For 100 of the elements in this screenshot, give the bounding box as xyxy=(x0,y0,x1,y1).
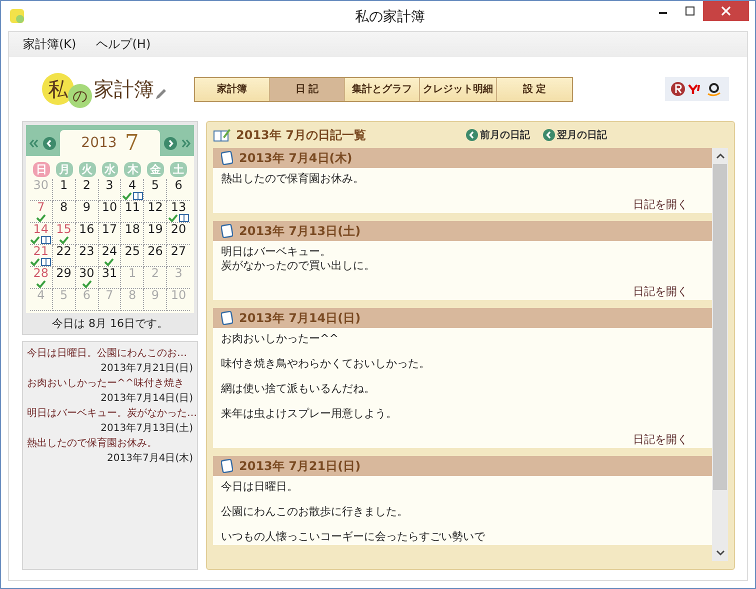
day-number: 3 xyxy=(106,179,114,192)
calendar-day-cell[interactable]: 20 xyxy=(167,223,190,245)
scroll-up-icon[interactable] xyxy=(716,153,724,159)
day-number: 30 xyxy=(33,179,49,192)
calendar-day-cell[interactable]: 21 xyxy=(30,245,53,267)
day-number: 6 xyxy=(174,179,182,192)
day-number: 25 xyxy=(124,245,140,258)
diary-text: 炭がなかったので買い出しに。 xyxy=(221,259,376,273)
previous-month-link[interactable]: 前月の日記 xyxy=(466,128,530,142)
calendar-day-cell[interactable]: 19 xyxy=(144,223,168,245)
notebook-pencil-icon xyxy=(213,127,231,143)
day-number: 2 xyxy=(151,267,160,280)
day-number: 12 xyxy=(148,201,163,214)
day-number: 8 xyxy=(128,289,136,302)
calendar-day-cell[interactable]: 16 xyxy=(76,223,99,245)
calendar-day-cell[interactable]: 7 xyxy=(30,201,53,223)
calendar-day-cell[interactable]: 6 xyxy=(167,179,190,201)
scrollbar-thumb[interactable] xyxy=(713,164,727,490)
recent-diary-date: 2013年7月4日(木) xyxy=(106,452,193,466)
tab[interactable]: 家計簿 xyxy=(195,78,270,100)
recent-diary-date: 2013年7月14日(日) xyxy=(100,392,193,406)
scrollbar[interactable] xyxy=(712,148,728,561)
open-diary-link[interactable]: 日記を開く xyxy=(633,197,688,212)
tab[interactable]: 設 定 xyxy=(497,78,572,100)
calendar-day-cell[interactable]: 10 xyxy=(98,201,122,223)
day-number: 9 xyxy=(82,201,90,214)
weekday-label: 火 xyxy=(78,162,96,177)
previous-month-button[interactable] xyxy=(43,137,56,150)
diary-text: お肉おいしかったー^^ xyxy=(221,332,340,346)
calendar-day-cell[interactable]: 15 xyxy=(52,223,76,245)
diary-entry-date: 2013年 7月21日(日) xyxy=(239,458,361,474)
day-number: 8 xyxy=(60,201,68,214)
close-button[interactable] xyxy=(703,1,749,21)
day-number: 9 xyxy=(151,289,160,302)
calendar-day-cell[interactable]: 29 xyxy=(52,267,76,289)
diary-text: 味付き焼き鳥やわらかくておいしかった。 xyxy=(221,357,431,371)
calendar-day-cell[interactable]: 17 xyxy=(98,223,122,245)
calendar-day-cell[interactable]: 28 xyxy=(30,267,53,289)
diary-entry-date: 2013年 7月13日(土) xyxy=(239,222,361,240)
calendar-day-cell[interactable]: 8 xyxy=(52,201,76,223)
diary-text: 明日はバーベキュー。 xyxy=(221,245,332,259)
open-diary-link[interactable]: 日記を開く xyxy=(633,432,688,447)
calendar-day-cell[interactable]: 25 xyxy=(121,245,144,267)
tab[interactable]: クレジット明細 xyxy=(420,78,497,100)
calendar-day-cell[interactable]: 24 xyxy=(98,245,122,267)
recent-diary-link[interactable]: お肉おいしかったー^^味付き焼き xyxy=(27,376,193,391)
notebook-icon xyxy=(221,311,233,325)
check-icon xyxy=(30,258,40,266)
notebook-icon xyxy=(221,151,233,165)
calendar-day-cell[interactable]: 12 xyxy=(144,201,168,223)
calendar-day-cell[interactable]: 9 xyxy=(76,201,99,223)
weekday-label: 水 xyxy=(102,162,118,177)
recent-diary-date: 2013年7月21日(日) xyxy=(100,362,193,376)
recent-diary-link[interactable]: 今日は日曜日。公園にわんこのお… xyxy=(27,346,193,361)
calendar-day-cell[interactable]: 30 xyxy=(76,267,99,289)
calendar-day-cell[interactable]: 22 xyxy=(52,245,76,267)
calendar-day-cell[interactable]: 5 xyxy=(144,179,168,201)
check-icon xyxy=(36,214,46,222)
close-icon[interactable] xyxy=(721,6,731,16)
today-text: 今日は 8月 16日です。 xyxy=(51,316,169,332)
calendar-day-cell[interactable]: 26 xyxy=(144,245,168,267)
calendar-year: 2013 xyxy=(81,135,117,151)
calendar-day-cell[interactable]: 3 xyxy=(98,179,122,201)
day-number: 7 xyxy=(106,289,114,302)
shop-links-icon[interactable] xyxy=(665,77,729,101)
day-number: 22 xyxy=(56,245,72,258)
day-number: 7 xyxy=(37,201,45,214)
open-diary-link[interactable]: 日記を開く xyxy=(633,284,688,299)
diary-entry-date: 2013年 7月14日(日) xyxy=(239,310,361,326)
calendar-day-cell[interactable]: 23 xyxy=(76,245,99,267)
calendar-day-cell[interactable]: 27 xyxy=(167,245,190,267)
notebook-icon xyxy=(221,459,233,473)
tab[interactable]: 日 記 xyxy=(270,78,345,100)
maximize-icon[interactable] xyxy=(684,6,694,16)
day-number: 27 xyxy=(170,245,186,258)
menu-item[interactable]: 家計簿(K) xyxy=(17,34,82,55)
next-month-button[interactable] xyxy=(164,137,177,150)
calendar-day-cell[interactable]: 18 xyxy=(121,223,144,245)
notebook-icon xyxy=(221,224,233,238)
day-number: 5 xyxy=(60,289,68,302)
day-number: 20 xyxy=(170,223,186,236)
diary-text: 公園にわんこのお散歩に行きました。 xyxy=(221,505,409,519)
tab[interactable]: 集計とグラフ xyxy=(345,78,420,100)
diary-entry-date: 2013年 7月4日(木) xyxy=(239,150,352,166)
scroll-down-icon[interactable] xyxy=(716,550,724,556)
recent-diary-link[interactable]: 熱出したので保育園お休み。 xyxy=(27,436,193,451)
day-number: 4 xyxy=(128,179,136,192)
calendar-day-cell[interactable]: 4 xyxy=(121,179,144,201)
calendar-day-cell[interactable]: 11 xyxy=(121,201,144,223)
day-number: 4 xyxy=(37,289,45,302)
calendar-day-cell[interactable]: 13 xyxy=(167,201,190,223)
check-icon xyxy=(82,280,92,288)
day-number: 6 xyxy=(82,289,90,302)
calendar-day-cell[interactable]: 14 xyxy=(30,223,53,245)
calendar-day-cell[interactable]: 1 xyxy=(52,179,76,201)
calendar-day-cell[interactable]: 31 xyxy=(98,267,122,289)
window-title: 私の家計簿 xyxy=(354,8,426,26)
calendar-day-cell[interactable]: 2 xyxy=(76,179,99,201)
menu-item[interactable]: ヘルプ(H) xyxy=(90,34,157,55)
next-month-link[interactable]: 翌月の日記 xyxy=(542,128,607,142)
